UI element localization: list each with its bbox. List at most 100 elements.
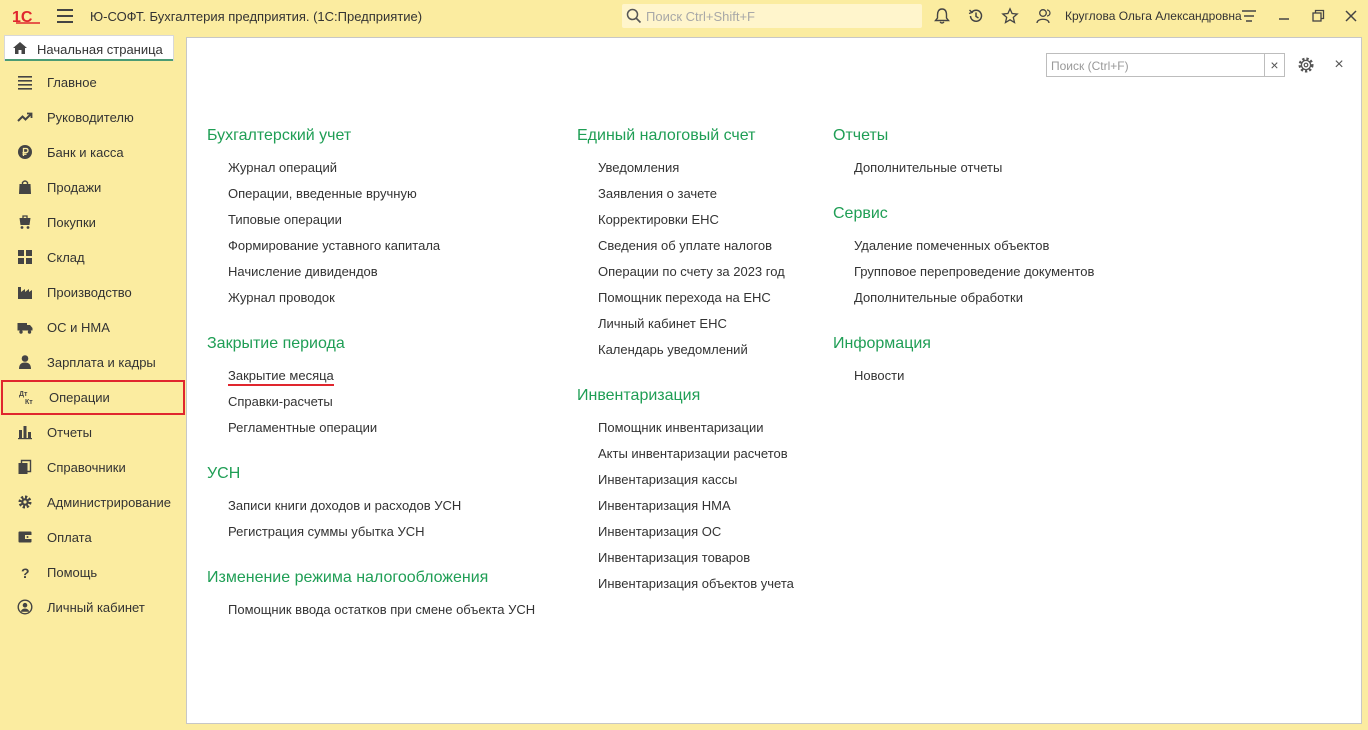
section-title-inventory: Инвентаризация xyxy=(577,387,701,404)
section-title-period-close: Закрытие периода xyxy=(207,335,345,352)
sidebar-item-reports[interactable]: Отчеты xyxy=(0,415,186,450)
sidebar-item-administration[interactable]: Администрирование xyxy=(0,485,186,520)
restore-icon[interactable] xyxy=(1309,7,1327,25)
person-icon xyxy=(19,355,31,369)
link-dividends[interactable]: Начисление дивидендов xyxy=(228,264,378,279)
section-title-usn: УСН xyxy=(207,465,241,482)
warehouse-grid-icon xyxy=(18,250,32,264)
main-panel: Поиск (Ctrl+F) × × Бухгалтерский учет Жу… xyxy=(186,37,1362,724)
panel-search-clear-button[interactable]: × xyxy=(1265,53,1285,77)
user-name[interactable]: Круглова Ольга Александровна xyxy=(1065,9,1242,23)
wallet-icon xyxy=(18,531,32,543)
title-bar: 1С Ю-СОФТ. Бухгалтерия предприятия. (1С:… xyxy=(0,0,1368,33)
link-nma-inventory[interactable]: Инвентаризация НМА xyxy=(598,498,731,513)
link-month-close[interactable]: Закрытие месяца xyxy=(228,368,334,386)
panel-search-input[interactable]: Поиск (Ctrl+F) xyxy=(1046,53,1265,77)
sidebar-item-label: Операции xyxy=(49,390,110,405)
panel-search-placeholder: Поиск (Ctrl+F) xyxy=(1051,59,1129,73)
sidebar-item-fixed-assets[interactable]: ОС и НМА xyxy=(0,310,186,345)
link-account-operations-2023[interactable]: Операции по счету за 2023 год xyxy=(598,264,785,279)
sidebar-item-bank[interactable]: Банк и касса xyxy=(0,135,186,170)
settings-sliders-icon[interactable] xyxy=(1240,7,1258,25)
link-offset-applications[interactable]: Заявления о зачете xyxy=(598,186,717,201)
sidebar-item-production[interactable]: Производство xyxy=(0,275,186,310)
shopping-bag-icon xyxy=(19,180,31,194)
link-additional-reports[interactable]: Дополнительные отчеты xyxy=(854,160,1002,175)
sidebar-item-payroll[interactable]: Зарплата и кадры xyxy=(0,345,186,380)
link-ens-cabinet[interactable]: Личный кабинет ЕНС xyxy=(598,316,727,331)
sidebar-item-label: Склад xyxy=(47,250,85,265)
panel-close-button[interactable]: × xyxy=(1332,56,1346,74)
global-search-placeholder: Поиск Ctrl+Shift+F xyxy=(646,9,755,24)
link-additional-processing[interactable]: Дополнительные обработки xyxy=(854,290,1023,305)
tab-home[interactable]: Начальная страница xyxy=(4,35,174,61)
section-title-accounting: Бухгалтерский учет xyxy=(207,127,352,144)
svg-text:Дт: Дт xyxy=(19,391,28,398)
history-icon[interactable] xyxy=(967,7,985,25)
tab-home-label: Начальная страница xyxy=(37,42,163,57)
ruble-coin-icon xyxy=(18,145,32,159)
link-os-inventory[interactable]: Инвентаризация ОС xyxy=(598,524,721,539)
svg-text:?: ? xyxy=(21,565,30,580)
users-icon[interactable] xyxy=(1035,7,1053,25)
sidebar-item-label: Банк и касса xyxy=(47,145,124,160)
link-settlement-inventory-acts[interactable]: Акты инвентаризации расчетов xyxy=(598,446,788,461)
bell-icon[interactable] xyxy=(933,7,951,25)
link-delete-marked[interactable]: Удаление помеченных объектов xyxy=(854,238,1049,253)
link-inventory-assistant[interactable]: Помощник инвентаризации xyxy=(598,420,763,435)
sidebar-item-main[interactable]: Главное xyxy=(0,65,186,100)
sidebar-item-label: Отчеты xyxy=(47,425,92,440)
minimize-icon[interactable] xyxy=(1275,7,1293,25)
home-icon xyxy=(13,42,27,54)
gear-icon xyxy=(18,495,32,509)
link-ens-adjustments[interactable]: Корректировки ЕНС xyxy=(598,212,719,227)
link-entries-journal[interactable]: Журнал проводок xyxy=(228,290,335,305)
tab-active-underline xyxy=(5,59,173,61)
svg-text:Кт: Кт xyxy=(25,399,33,405)
dt-kt-icon: ДтКт xyxy=(19,391,33,405)
sidebar-item-sales[interactable]: Продажи xyxy=(0,170,186,205)
shopping-cart-icon xyxy=(19,215,31,229)
link-group-reposting[interactable]: Групповое перепроведение документов xyxy=(854,264,1094,279)
link-cash-inventory[interactable]: Инвентаризация кассы xyxy=(598,472,737,487)
menu-lines-icon xyxy=(18,76,32,90)
section-title-reports: Отчеты xyxy=(833,127,889,144)
link-typical-operations[interactable]: Типовые операции xyxy=(228,212,342,227)
link-usn-loss[interactable]: Регистрация суммы убытка УСН xyxy=(228,524,425,539)
section-title-ens: Единый налоговый счет xyxy=(577,127,756,144)
truck-icon xyxy=(17,323,33,334)
sidebar-item-purchases[interactable]: Покупки xyxy=(0,205,186,240)
link-ens-transition-assistant[interactable]: Помощник перехода на ЕНС xyxy=(598,290,771,305)
main-menu-icon[interactable] xyxy=(57,9,73,23)
sidebar-item-payment[interactable]: Оплата xyxy=(0,520,186,555)
link-goods-inventory[interactable]: Инвентаризация товаров xyxy=(598,550,750,565)
section-title-service: Сервис xyxy=(833,205,888,222)
link-routine-operations[interactable]: Регламентные операции xyxy=(228,420,377,435)
sidebar-item-warehouse[interactable]: Склад xyxy=(0,240,186,275)
link-manual-operations[interactable]: Операции, введенные вручную xyxy=(228,186,417,201)
link-tax-payment-info[interactable]: Сведения об уплате налогов xyxy=(598,238,772,253)
books-icon xyxy=(18,459,32,474)
sidebar-item-directories[interactable]: Справочники xyxy=(0,450,186,485)
link-objects-inventory[interactable]: Инвентаризация объектов учета xyxy=(598,576,794,591)
link-usn-balances-assistant[interactable]: Помощник ввода остатков при смене объект… xyxy=(228,602,535,617)
link-usn-ledger[interactable]: Записи книги доходов и расходов УСН xyxy=(228,498,461,513)
sidebar-item-operations[interactable]: Дт Кт Операции xyxy=(1,380,185,415)
link-news[interactable]: Новости xyxy=(854,368,904,383)
sidebar-item-account[interactable]: Личный кабинет xyxy=(0,590,186,625)
link-calculations[interactable]: Справки-расчеты xyxy=(228,394,333,409)
favorites-star-icon[interactable] xyxy=(1001,7,1019,25)
sidebar-item-label: ОС и НМА xyxy=(47,320,110,335)
global-search-input[interactable]: Поиск Ctrl+Shift+F xyxy=(622,4,922,28)
link-notifications-calendar[interactable]: Календарь уведомлений xyxy=(598,342,748,357)
sidebar-item-manager[interactable]: Руководителю xyxy=(0,100,186,135)
close-window-icon[interactable] xyxy=(1342,7,1360,25)
bar-chart-icon xyxy=(18,426,32,440)
panel-settings-gear-icon[interactable] xyxy=(1297,56,1315,74)
link-operations-journal[interactable]: Журнал операций xyxy=(228,160,337,175)
sidebar-item-help[interactable]: ? Помощь xyxy=(0,555,186,590)
sidebar-item-label: Администрирование xyxy=(47,495,171,510)
link-notifications[interactable]: Уведомления xyxy=(598,160,679,175)
link-charter-capital[interactable]: Формирование уставного капитала xyxy=(228,238,440,253)
sidebar-item-label: Главное xyxy=(47,75,97,90)
